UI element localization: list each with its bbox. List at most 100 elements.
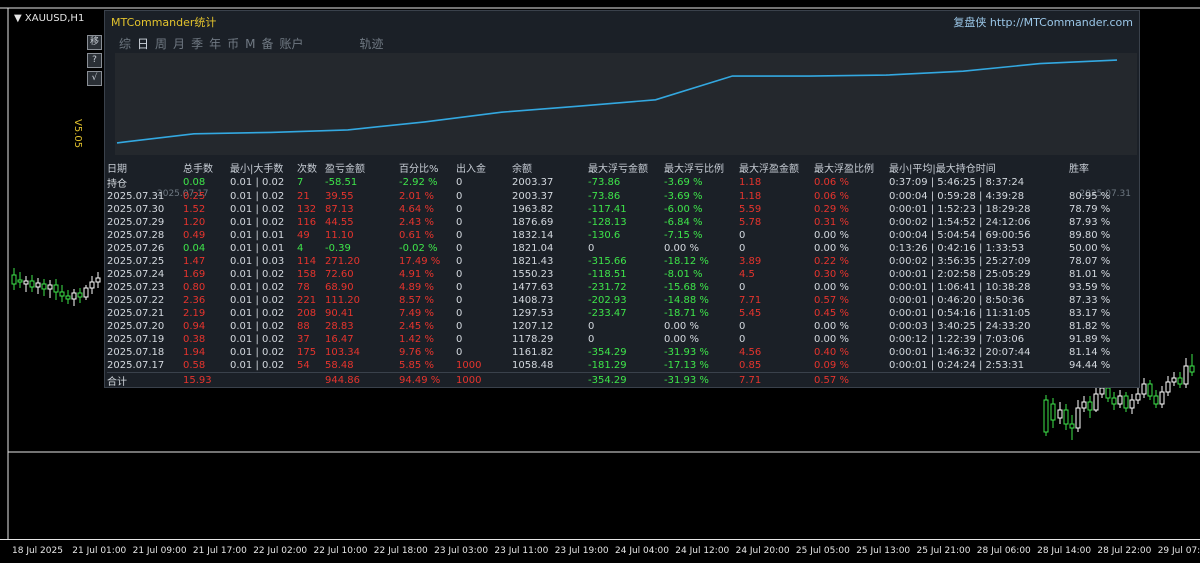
cell-9: -18.12 %	[664, 256, 709, 267]
cell-0: 2025.07.19	[107, 334, 165, 345]
tab-6[interactable]: 币	[227, 37, 239, 51]
cell-9: -3.69 %	[664, 177, 703, 188]
col-header-12: 最小|平均|最大持仓时间	[889, 164, 996, 175]
tab-5[interactable]: 年	[209, 37, 221, 51]
cell-0: 2025.07.25	[107, 256, 165, 267]
table-row: 2025.07.30 1.52 0.01 | 0.02 132 87.13 4.64 % 0…	[107, 203, 1110, 216]
site-link[interactable]: 复盘侠 http://MTCommander.com	[953, 14, 1133, 30]
candle-body	[1177, 377, 1183, 385]
tab-1[interactable]: 日	[137, 37, 149, 51]
cell-4: 39.55	[325, 191, 354, 202]
cell-9: -15.68 %	[664, 282, 709, 293]
time-axis-label: 18 Jul 2025	[12, 546, 63, 556]
candle-body	[1063, 409, 1069, 425]
candle-body	[1081, 401, 1087, 409]
tab-3[interactable]: 月	[173, 37, 185, 51]
candle-body	[23, 280, 29, 285]
time-axis-label: 24 Jul 04:00	[615, 546, 669, 556]
cell-4: 44.55	[325, 217, 354, 228]
cell-8: 0	[588, 334, 595, 345]
cell-2: 0.01 | 0.01	[230, 243, 285, 254]
candle-body	[1043, 399, 1049, 433]
cell-7: 1477.63	[512, 282, 554, 293]
cell-0: 2025.07.29	[107, 217, 165, 228]
cell-6: 0	[456, 282, 463, 293]
cell-8: 0	[588, 243, 595, 254]
cell-6: 0	[456, 177, 463, 188]
table-row: 合计 15.93 944.86 94.49 % 1000 -354.29 -31.93 % 7…	[107, 372, 1111, 388]
time-axis-label: 21 Jul 17:00	[192, 546, 247, 556]
cell-1: 1.20	[183, 217, 206, 228]
cell-10: 7.71	[739, 372, 814, 388]
check-button[interactable]: √	[87, 71, 102, 86]
cell-12: 0:00:01 | 0:46:20 | 8:50:36	[889, 295, 1025, 306]
cell-7: 1832.14	[512, 230, 554, 241]
cell-10: 4.56	[739, 347, 762, 358]
cell-13: 81.01 %	[1069, 269, 1111, 280]
tab-4[interactable]: 季	[191, 37, 203, 51]
cell-13: 91.89 %	[1069, 334, 1111, 345]
cell-5: 9.76 %	[399, 347, 434, 358]
cell-5: 0.61 %	[399, 230, 434, 241]
cell-6: 0	[456, 243, 463, 254]
cell-12: 0:00:01 | 1:06:41 | 10:38:28	[889, 282, 1031, 293]
balance-graph: 2025.07.17 2025.07.31	[115, 53, 1137, 199]
move-button[interactable]: 移	[87, 35, 102, 50]
cell-13: 87.93 %	[1069, 217, 1111, 228]
cell-13: 78.07 %	[1069, 256, 1111, 267]
table-row: 2025.07.24 1.69 0.01 | 0.02 158 72.60 4.91 % 0…	[107, 268, 1110, 281]
cell-9: 0.00 %	[664, 321, 699, 332]
table-row: 2025.07.31 0.25 0.01 | 0.02 21 39.55 2.01 % 0 2…	[107, 190, 1110, 203]
cell-7: 1821.04	[512, 243, 554, 254]
cell-1: 0.08	[183, 177, 206, 188]
cell-4: -0.39	[325, 243, 351, 254]
cell-12: 0:00:02 | 3:56:35 | 25:27:09	[889, 256, 1031, 267]
cell-12: 0:00:02 | 1:54:52 | 24:12:06	[889, 217, 1031, 228]
tab-8[interactable]: 备	[261, 37, 273, 51]
cell-8: -73.86	[588, 177, 621, 188]
col-header-3: 次数	[297, 164, 317, 175]
stats-table: 日期 总手数 最小|大手数 次数 盈亏金额 百分比% 出入金 余额 最大浮亏金额 最大浮亏比例 最大…	[107, 160, 1111, 388]
help-button[interactable]: ?	[87, 53, 102, 68]
cell-6: 1000	[456, 372, 512, 388]
site-url[interactable]: http://MTCommander.com	[990, 16, 1133, 29]
version-label: V5.05	[72, 119, 83, 149]
cell-9: 0.00 %	[664, 243, 699, 254]
cell-13: 78.79 %	[1069, 204, 1111, 215]
cell-5: 4.64 %	[399, 204, 434, 215]
cell-6: 0	[456, 334, 463, 345]
candle-body	[1183, 365, 1189, 385]
col-header-7: 余额	[512, 164, 532, 175]
cell-11: 0.06 %	[814, 177, 849, 188]
cell-1: 0.58	[183, 360, 206, 371]
candle-body	[1057, 409, 1063, 419]
tab-2[interactable]: 周	[155, 37, 167, 51]
cell-8: -315.66	[588, 256, 627, 267]
cell-6: 0	[456, 204, 463, 215]
cell-1: 1.69	[183, 269, 206, 280]
cell-8: -354.29	[588, 347, 627, 358]
cell-4: -58.51	[325, 177, 358, 188]
tab-0[interactable]: 综	[119, 37, 131, 51]
cell-4: 11.10	[325, 230, 354, 241]
cell-9: -31.93 %	[664, 372, 739, 388]
cell-3: 221	[297, 295, 317, 306]
table-row: 2025.07.23 0.80 0.01 | 0.02 78 68.90 4.89 % 0 1…	[107, 281, 1110, 294]
candle-body	[1105, 387, 1111, 399]
cell-10: 0.85	[739, 360, 762, 371]
cell-0: 合计	[107, 372, 183, 388]
cell-12: 0:00:04 | 0:59:28 | 4:39:28	[889, 191, 1025, 202]
cell-9: -6.84 %	[664, 217, 703, 228]
cell-3: 78	[297, 282, 310, 293]
candle-body	[1171, 377, 1177, 383]
cell-2: 0.01 | 0.02	[230, 191, 285, 202]
candle-body	[1087, 401, 1093, 411]
cell-6: 0	[456, 269, 463, 280]
cell-12: 0:00:12 | 1:22:39 | 7:03:06	[889, 334, 1025, 345]
cell-2: 0.01 | 0.02	[230, 308, 285, 319]
cell-13: 93.59 %	[1069, 282, 1111, 293]
tab-7[interactable]: M	[245, 37, 255, 51]
tab-10[interactable]: 轨迹	[360, 37, 384, 51]
time-axis-label: 28 Jul 06:00	[976, 546, 1031, 556]
tab-9[interactable]: 账户	[279, 37, 303, 51]
